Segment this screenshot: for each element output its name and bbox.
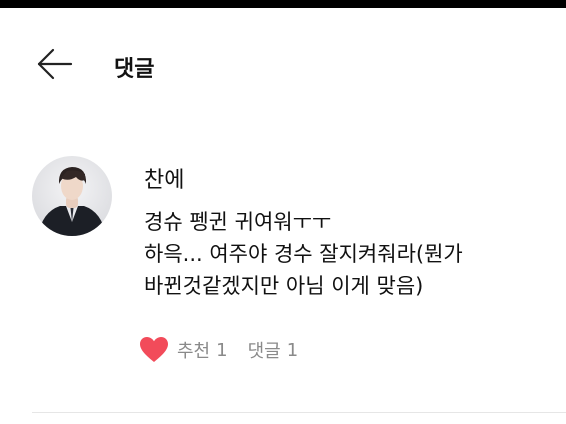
comment-line-2: 하윽... 여주야 경수 잘지켜줘라(뭔가 <box>144 242 463 266</box>
comment-line-1: 경슈 펭귄 귀여워ㅜㅜ <box>144 210 332 234</box>
comment-text: 경슈 펭귄 귀여워ㅜㅜ 하윽... 여주야 경수 잘지켜줘라(뭔가 바뀐것같겠지… <box>144 206 564 302</box>
status-bar <box>0 0 566 8</box>
divider <box>32 412 566 413</box>
heart-icon <box>140 337 168 362</box>
comment-line-3: 바뀐것같겠지만 아님 이게 맞음) <box>144 274 424 298</box>
like-button[interactable]: 추천 1 <box>140 337 228 363</box>
profile-photo <box>32 156 112 236</box>
reply-button[interactable]: 댓글 1 <box>248 337 299 363</box>
like-count: 1 <box>216 339 228 361</box>
like-label: 추천 <box>177 341 211 362</box>
avatar[interactable] <box>32 156 112 236</box>
header: 댓글 <box>0 8 566 118</box>
reply-label: 댓글 <box>247 341 281 362</box>
reply-count: 1 <box>286 339 299 361</box>
comment-author[interactable]: 찬에 <box>144 162 184 194</box>
comment-actions: 추천 1 댓글 1 <box>140 335 298 365</box>
page-title: 댓글 <box>114 57 155 82</box>
back-button[interactable] <box>36 48 74 80</box>
arrow-left-icon <box>37 48 73 80</box>
